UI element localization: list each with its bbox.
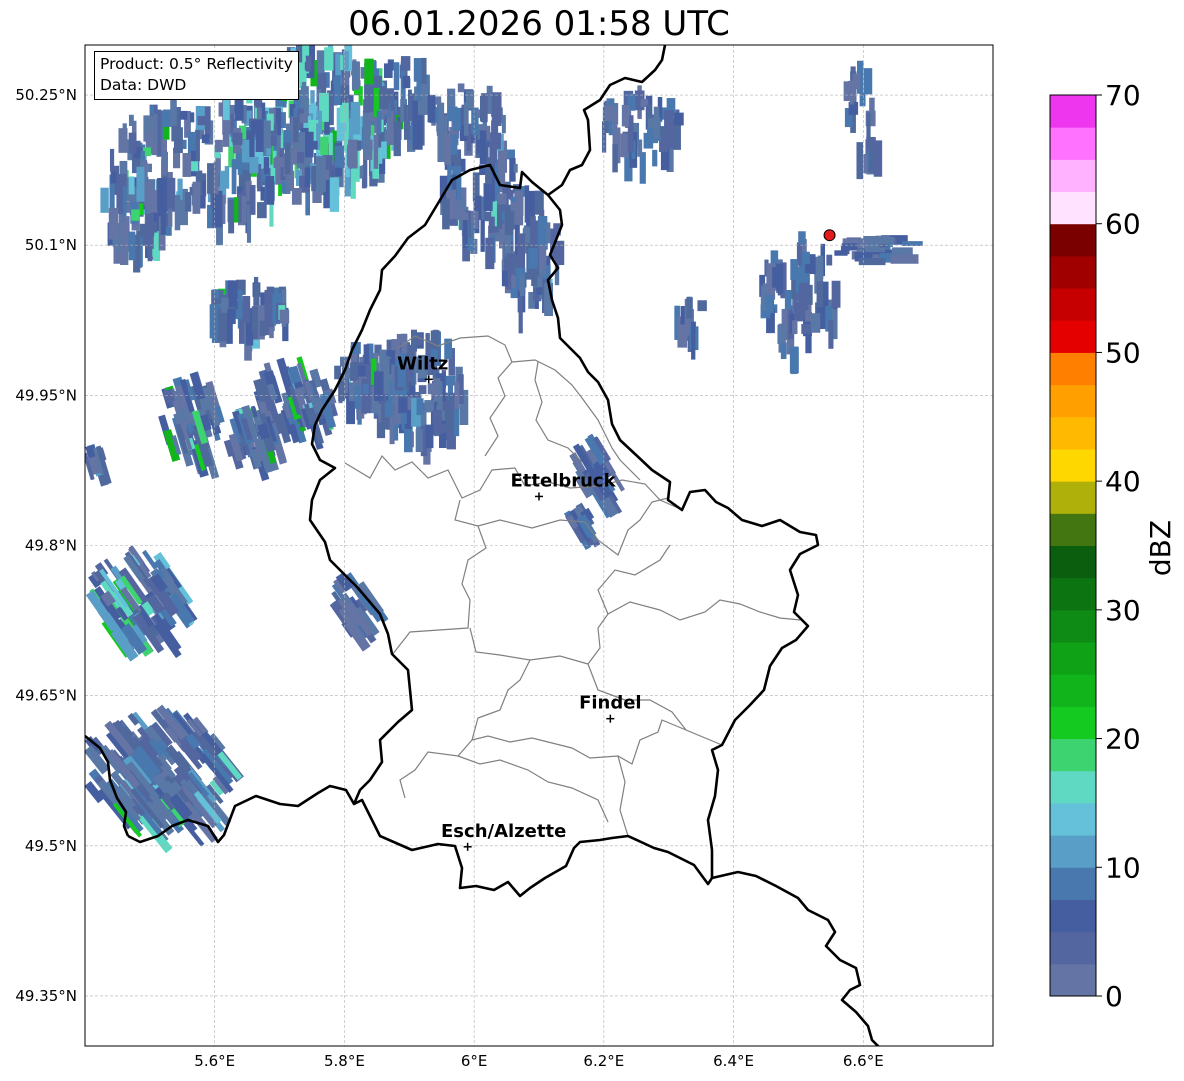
colorbar-segment [1050,770,1096,804]
colorbar-segment [1050,674,1096,707]
radar-site [823,229,836,242]
radar-map-figure: Wiltz Ettelbruck Findel Esch/Alzette 49.35°… [15,44,1177,1070]
city-label: Ettelbruck [510,470,616,491]
lat-tick-label: 49.8°N [25,537,77,555]
lat-tick-label: 49.65°N [15,687,77,705]
lon-tick-label: 5.6°E [194,1052,235,1070]
lat-tick-label: 50.1°N [25,236,77,254]
lat-tick-label: 49.5°N [25,837,77,855]
lat-tick-label: 50.25°N [15,86,77,104]
colorbar-segment [1050,738,1096,772]
colorbar-label: dBZ [1144,520,1177,576]
lon-tick-label: 6.2°E [583,1052,624,1070]
colorbar-tick-label: 70 [1105,79,1141,112]
echo-cell [311,397,325,414]
longitude-axis: 5.6°E 5.8°E 6°E 6.2°E 6.4°E 6.6°E [194,1052,883,1070]
colorbar-segment [1050,320,1096,353]
colorbar-segment [1050,384,1096,418]
colorbar-segment [1050,899,1096,933]
colorbar-segment [1050,802,1096,836]
colorbar-tick-label: 40 [1105,465,1141,498]
colorbar-tick-label: 0 [1105,980,1123,1013]
echo-cell [162,388,176,404]
colorbar-segment [1050,931,1096,965]
colorbar-tick-label: 50 [1105,336,1141,369]
colorbar-segment [1050,513,1096,546]
lat-tick-label: 49.35°N [15,987,77,1005]
colorbar: 0 10 20 30 40 50 60 70 dBZ [1049,79,1177,1013]
colorbar-tick-label: 10 [1105,851,1141,884]
colorbar-segment [1050,706,1096,740]
colorbar-tick-label: 60 [1105,208,1141,241]
echo-cell [287,365,302,384]
product-info-box: Product: 0.5° Reflectivity Data: DWD [94,51,299,100]
product-label: Product: 0.5° Reflectivity [100,55,293,73]
radar-echoes [85,45,923,854]
latitude-axis: 49.35°N 49.5°N 49.65°N 49.8°N 49.95°N 50.1°N 5… [15,86,77,1005]
colorbar-segment [1050,867,1096,900]
lon-tick-label: 6.6°E [843,1052,884,1070]
city-label: Wiltz [397,353,448,374]
radar-site-marker [823,229,836,242]
colorbar-segment [1050,352,1096,386]
colorbar-segment [1050,288,1096,321]
data-source-label: Data: DWD [100,76,187,94]
lat-tick-label: 49.95°N [15,386,77,404]
echo-cell [281,392,290,407]
colorbar-segment [1050,609,1096,643]
colorbar-segment [1050,255,1096,289]
colorbar-segment [1050,223,1096,257]
colorbar-tick-label: 30 [1105,594,1141,627]
colorbar-segment [1050,963,1096,997]
lon-tick-label: 6.4°E [713,1052,754,1070]
echo-cell [257,422,271,440]
lon-tick-label: 5.8°E [324,1052,365,1070]
echo-cell [144,624,159,640]
lon-tick-label: 6°E [461,1052,488,1070]
echo-cell [173,412,182,425]
colorbar-segment [1050,577,1096,611]
echo-cell [177,407,191,423]
colorbar-segment [1050,127,1096,160]
colorbar-segment [1050,416,1096,450]
colorbar-segment [1050,159,1096,193]
echo-cell [100,590,116,607]
colorbar-segment [1050,481,1096,514]
colorbar-segment [1050,835,1096,868]
colorbar-segment [1050,95,1096,128]
colorbar-segment [1050,642,1096,675]
echo-cell [88,456,101,475]
echo-cell [276,357,296,398]
echo-cell [253,378,269,403]
colorbar-segment [1050,448,1096,482]
colorbar-segment [1050,191,1096,225]
colorbar-tick-label: 20 [1105,723,1141,756]
city-label: Esch/Alzette [441,821,566,842]
city-label: Findel [579,693,642,714]
colorbar-segment [1050,545,1096,579]
echo-cell [199,414,212,432]
